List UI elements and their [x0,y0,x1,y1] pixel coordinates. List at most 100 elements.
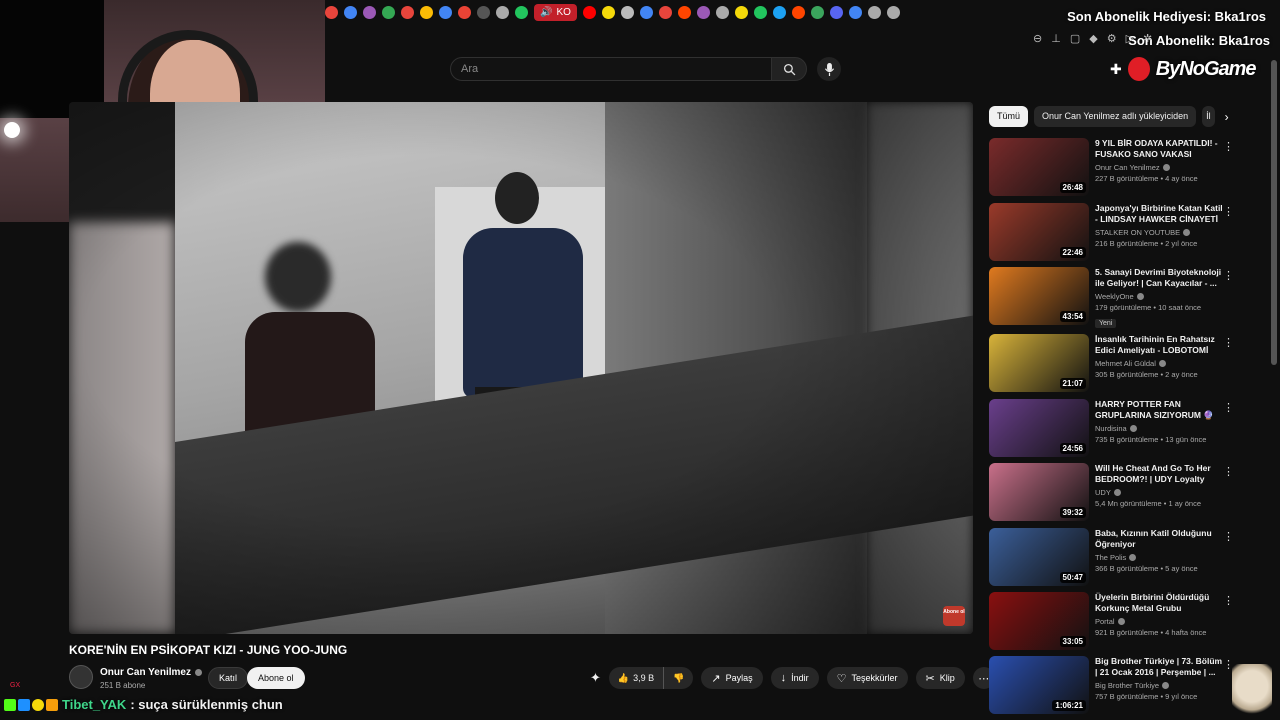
recommendation-thumbnail[interactable]: 26:48 [989,138,1089,196]
active-tab[interactable]: 🔊 KO [534,4,577,21]
recommendation-title[interactable]: Will He Cheat And Go To Her BEDROOM?! | … [1095,463,1223,485]
recommendation-channel-name[interactable]: UDY [1095,488,1111,497]
recommendation-thumbnail[interactable]: 43:54 [989,267,1089,325]
zoom-icon[interactable]: ⊖ [1033,32,1042,45]
tab-favicon-icon[interactable] [620,6,634,19]
tab-favicon-icon[interactable] [734,6,748,19]
tab-favicon-icon[interactable] [439,6,452,19]
recommendation-title[interactable]: İnsanlık Tarihinin En Rahatsız Edici Ame… [1095,334,1223,356]
tab-favicon-icon[interactable] [363,6,376,19]
recommendation-item[interactable]: 50:47 Baba, Kızının Katil Olduğunu Öğren… [989,528,1234,586]
subscribe-button[interactable]: Abone ol [247,667,305,689]
download-button[interactable]: ↓ İndir [770,667,819,689]
shield-icon[interactable]: ◆ [1089,32,1097,45]
tab-favicon-icon[interactable] [848,6,862,19]
recommendation-channel-name[interactable]: Mehmet Ali Güldal [1095,359,1156,368]
voice-search-button[interactable] [817,57,841,81]
screenshot-icon[interactable]: ▢ [1070,32,1080,45]
like-button[interactable]: 👍 3,9 B [609,667,663,689]
chip-related[interactable]: İl [1202,106,1215,127]
sidebar-scrollbar[interactable] [1271,60,1277,365]
pin-icon[interactable]: ⊥ [1051,32,1061,45]
tab-favicon-icon[interactable] [496,6,509,19]
recommendation-item[interactable]: 43:54 5. Sanayi Devrimi Biyoteknoloji il… [989,267,1234,330]
play-icon[interactable]: ▷ [1126,32,1134,45]
clip-button[interactable]: ✂ Klip [915,667,965,689]
more-options-icon[interactable]: ⋮ [1223,465,1234,478]
tab-favicon-icon[interactable] [582,6,596,19]
tab-favicon-icon[interactable] [639,6,653,19]
channel-avatar[interactable] [69,665,93,689]
more-options-icon[interactable]: ⋮ [1223,401,1234,414]
subscribe-watermark[interactable]: Abone ol [943,606,965,626]
recommendation-thumbnail[interactable]: 22:46 [989,203,1089,261]
tab-favicon-icon[interactable] [401,6,414,19]
recommendation-channel-name[interactable]: Nurdisina [1095,424,1127,433]
recommendation-item[interactable]: 22:46 Japonya'yı Birbirine Katan Katil -… [989,203,1234,261]
recommendation-thumbnail[interactable]: 50:47 [989,528,1089,586]
more-options-icon[interactable]: ⋮ [1223,140,1234,153]
recommendation-channel-name[interactable]: STALKER ON YOUTUBE [1095,228,1180,237]
tab-favicon-icon[interactable] [772,6,786,19]
recommendation-title[interactable]: Üyelerin Birbirini Öldürdüğü Korkunç Met… [1095,592,1223,614]
recommendation-channel[interactable]: WeeklyOne [1095,292,1223,301]
tab-favicon-icon[interactable] [344,6,357,19]
tab-favicon-icon[interactable] [829,6,843,19]
recommendation-channel[interactable]: Onur Can Yenilmez [1095,163,1223,172]
tab-favicon-icon[interactable] [715,6,729,19]
recommendation-thumbnail[interactable]: 21:07 [989,334,1089,392]
tab-favicon-icon[interactable] [382,6,395,19]
recommendation-title[interactable]: 9 YIL BİR ODAYA KAPATILDI! - FUSAKO SANO… [1095,138,1223,160]
video-player[interactable]: Abone ol [69,102,973,634]
settings-icon[interactable]: ✲ [1143,32,1152,45]
channel-name[interactable]: Onur Can Yenilmez [100,667,202,678]
recommendation-item[interactable]: 39:32 Will He Cheat And Go To Her BEDROO… [989,463,1234,521]
recommendation-thumbnail[interactable]: 39:32 [989,463,1089,521]
recommendation-channel-name[interactable]: Onur Can Yenilmez [1095,163,1160,172]
recommendation-item[interactable]: 26:48 9 YIL BİR ODAYA KAPATILDI! - FUSAK… [989,138,1234,196]
tab-favicon-icon[interactable] [477,6,490,19]
recommendation-channel-name[interactable]: Big Brother Türkiye [1095,681,1159,690]
tab-favicon-icon[interactable] [658,6,672,19]
recommendation-channel-name[interactable]: Portal [1095,617,1115,626]
tab-favicon-icon[interactable] [515,6,528,19]
chip-all[interactable]: Tümü [989,106,1029,127]
recommendation-thumbnail[interactable]: 1:06:21 [989,656,1089,714]
more-options-icon[interactable]: ⋮ [1223,205,1234,218]
tab-favicon-icon[interactable] [886,6,900,19]
tab-favicon-icon[interactable] [601,6,615,19]
recommendation-channel[interactable]: UDY [1095,488,1223,497]
recommendation-channel[interactable]: Nurdisina [1095,424,1223,433]
tab-favicon-icon[interactable] [810,6,824,19]
channel-name-text[interactable]: Onur Can Yenilmez [100,667,191,678]
recommendation-channel[interactable]: Big Brother Türkiye [1095,681,1223,690]
tab-favicon-icon[interactable] [753,6,767,19]
dislike-button[interactable]: 👎 [664,667,693,689]
thanks-button[interactable]: ♡ Teşekkürler [826,667,908,689]
recommendation-item[interactable]: 1:06:21 Big Brother Türkiye | 73. Bölüm … [989,656,1234,714]
recommendation-item[interactable]: 21:07 İnsanlık Tarihinin En Rahatsız Edi… [989,334,1234,392]
tab-favicon-icon[interactable] [420,6,433,19]
recommendation-thumbnail[interactable]: 33:05 [989,592,1089,650]
recommendation-item[interactable]: 33:05 Üyelerin Birbirini Öldürdüğü Korku… [989,592,1234,650]
recommendation-channel[interactable]: STALKER ON YOUTUBE [1095,228,1223,237]
recommendation-channel-name[interactable]: The Polis [1095,553,1126,562]
tab-favicon-icon[interactable] [458,6,471,19]
recommendation-channel[interactable]: The Polis [1095,553,1223,562]
search-button[interactable] [771,57,807,81]
extension-icon[interactable]: ⚙ [1107,32,1117,45]
recommendation-title[interactable]: Baba, Kızının Katil Olduğunu Öğreniyor [1095,528,1223,550]
recommendation-title[interactable]: Japonya'yı Birbirine Katan Katil - LINDS… [1095,203,1223,225]
share-button[interactable]: ↗ Paylaş [701,667,763,689]
recommendation-title[interactable]: Big Brother Türkiye | 73. Bölüm | 21 Oca… [1095,656,1223,678]
more-options-icon[interactable]: ⋮ [1223,594,1234,607]
chip-uploader[interactable]: Onur Can Yenilmez adlı yükleyiciden [1034,106,1197,127]
recommendation-item[interactable]: 24:56 HARRY POTTER FAN GRUPLARINA SIZIYO… [989,399,1234,457]
tab-favicon-icon[interactable] [325,6,338,19]
more-options-icon[interactable]: ⋮ [1223,269,1234,282]
sparkle-icon[interactable]: ✦ [590,670,601,686]
join-button[interactable]: Katıl [208,667,249,689]
recommendation-channel[interactable]: Mehmet Ali Güldal [1095,359,1223,368]
search-input[interactable]: Ara [450,57,772,81]
tab-favicon-icon[interactable] [867,6,881,19]
